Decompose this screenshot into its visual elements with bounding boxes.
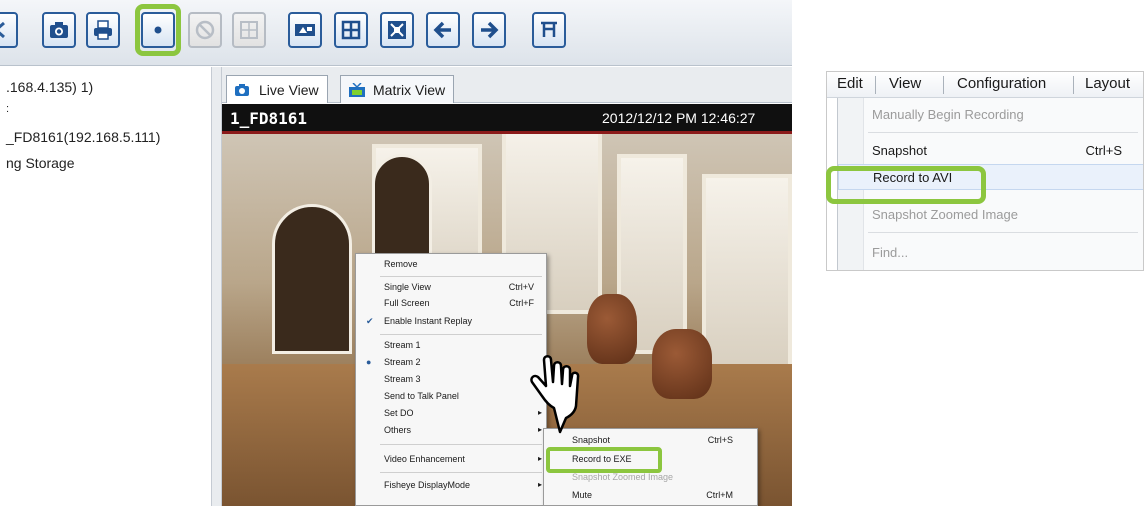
tree-item-camera[interactable]: _FD8161(192.168.5.111) — [6, 129, 160, 145]
video-header: 1_FD8161 2012/12/12 PM 12:46:27 — [222, 104, 792, 134]
print-button[interactable] — [86, 12, 120, 48]
video-window-shape — [702, 174, 792, 374]
view-tabs: Live View Matrix View — [222, 67, 792, 103]
main-application-window: .168.4.135) 1) : _FD8161(192.168.5.111) … — [0, 0, 792, 506]
menu-item-snapshot-zoomed-image[interactable]: Snapshot Zoomed Image — [838, 202, 1143, 228]
menu-edit[interactable]: Edit — [837, 75, 863, 92]
check-icon: ✔ — [366, 316, 374, 326]
next-icon — [481, 21, 499, 39]
layout-button[interactable] — [232, 12, 266, 48]
tree-item[interactable]: : — [6, 103, 9, 115]
menu-configuration[interactable]: Configuration — [957, 75, 1046, 92]
grid-button[interactable] — [334, 12, 368, 48]
pointing-hand-icon — [530, 355, 580, 434]
stop-icon — [195, 20, 215, 40]
stop-button[interactable] — [188, 12, 222, 48]
submenu-arrow-icon: ▸ — [537, 454, 542, 463]
snapshot-icon — [50, 22, 68, 38]
record-to-avi-highlight — [826, 166, 986, 204]
submenu-item-mute[interactable]: Mute Ctrl+M — [544, 487, 759, 503]
menu-item-find[interactable]: Find... — [838, 240, 1143, 266]
video-bookshelf-shape — [372, 154, 432, 264]
back-partial-button[interactable] — [0, 12, 18, 48]
context-menu-item[interactable]: Fisheye DisplayMode ▸ — [356, 478, 548, 494]
radio-dot-icon: ● — [366, 357, 372, 367]
tab-matrix-view[interactable]: Matrix View — [340, 75, 455, 103]
pip-button[interactable] — [288, 12, 322, 48]
tab-label: Live View — [259, 81, 319, 98]
camera-icon — [235, 83, 249, 96]
print-icon — [94, 20, 112, 40]
grid-icon — [341, 20, 361, 40]
context-menu-item[interactable]: Single View Ctrl+V — [356, 280, 548, 296]
ptz-button[interactable] — [532, 12, 566, 48]
pip-icon — [295, 24, 315, 36]
previous-icon — [433, 21, 451, 39]
video-bookshelf-shape — [272, 204, 352, 354]
camera-name: 1_FD8161 — [230, 109, 308, 128]
context-menu-item[interactable]: Remove — [356, 257, 548, 273]
fullscreen-icon — [388, 21, 406, 39]
video-context-menu: Remove Single View Ctrl+V Full Screen Ctrl… — [355, 253, 547, 506]
device-tree: .168.4.135) 1) : _FD8161(192.168.5.111) … — [0, 67, 212, 506]
menu-item-manually-begin-recording[interactable]: Manually Begin Recording — [838, 102, 1143, 128]
next-button[interactable] — [472, 12, 506, 48]
toolbar — [0, 0, 792, 66]
video-chair-shape — [652, 329, 712, 399]
menu-item-snapshot[interactable]: Snapshot Ctrl+S — [838, 138, 1143, 164]
snapshot-button[interactable] — [42, 12, 76, 48]
previous-button[interactable] — [426, 12, 460, 48]
tree-item[interactable]: .168.4.135) 1) — [6, 79, 93, 95]
context-menu-item[interactable]: Video Enhancement ▸ — [356, 452, 548, 468]
tab-live-view[interactable]: Live View — [226, 75, 328, 103]
ptz-icon — [541, 21, 557, 37]
menu-layout[interactable]: Layout — [1085, 75, 1130, 92]
tab-label: Matrix View — [373, 81, 446, 98]
submenu-arrow-icon: ▸ — [537, 480, 542, 489]
video-chair-shape — [587, 294, 637, 364]
context-menu-item[interactable]: ✔ Enable Instant Replay — [356, 314, 548, 330]
tree-item-storage[interactable]: ng Storage — [6, 155, 75, 171]
context-menu-item[interactable]: Full Screen Ctrl+F — [356, 296, 548, 312]
video-timestamp: 2012/12/12 PM 12:46:27 — [602, 110, 756, 126]
menu-bar: Edit View Configuration Layout — [827, 72, 1143, 98]
splitter[interactable] — [212, 67, 222, 506]
record-button-highlight — [135, 4, 181, 56]
back-partial-icon — [0, 21, 5, 39]
tv-icon — [349, 82, 365, 97]
menu-view[interactable]: View — [889, 75, 921, 92]
record-to-exe-highlight — [546, 447, 662, 473]
submenu-item-snapshot[interactable]: Snapshot Ctrl+S — [544, 432, 759, 448]
fullscreen-button[interactable] — [380, 12, 414, 48]
layout-icon — [240, 21, 258, 39]
